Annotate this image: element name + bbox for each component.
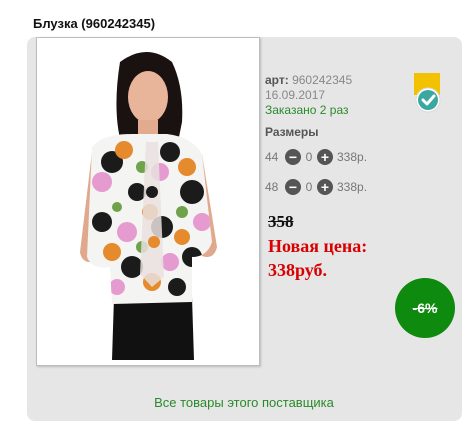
- size-value: 48: [265, 180, 279, 194]
- size-row-44: 44 − 0 + 338р.: [265, 148, 367, 166]
- quantity-value[interactable]: 0: [301, 180, 317, 194]
- blouse-model-image: [42, 42, 255, 360]
- article-number: 960242345: [292, 73, 353, 87]
- new-price-label: Новая цена:: [268, 236, 368, 256]
- supplier-link[interactable]: Все товары этого поставщика: [0, 395, 468, 410]
- old-price: 358: [268, 212, 294, 231]
- size-price: 338р.: [337, 150, 368, 164]
- product-photo[interactable]: [42, 42, 255, 360]
- discount-value: -6%: [412, 300, 438, 316]
- size-value: 44: [265, 150, 279, 164]
- minus-icon[interactable]: −: [285, 149, 301, 165]
- new-price-value: 338руб.: [268, 260, 328, 280]
- product-photo-frame[interactable]: [36, 37, 260, 366]
- plus-icon[interactable]: +: [317, 149, 333, 165]
- quantity-value[interactable]: 0: [301, 150, 317, 164]
- discount-badge: -6%: [395, 278, 455, 338]
- article-label: арт:: [265, 73, 289, 87]
- sizes-label: Размеры: [265, 125, 319, 139]
- verified-check-icon: [414, 73, 441, 113]
- product-date: 16.09.2017: [265, 88, 326, 102]
- product-title: Блузка (960242345): [33, 16, 156, 31]
- new-price-block: Новая цена: 338руб.: [268, 234, 367, 282]
- size-row-48: 48 − 0 + 338р.: [265, 178, 367, 196]
- ordered-count: Заказано 2 раз: [265, 103, 349, 117]
- size-price: 338р.: [337, 180, 368, 194]
- verified-badge: [413, 73, 441, 113]
- minus-icon[interactable]: −: [285, 179, 301, 195]
- article-line: арт: 960242345: [265, 73, 352, 87]
- plus-icon[interactable]: +: [317, 179, 333, 195]
